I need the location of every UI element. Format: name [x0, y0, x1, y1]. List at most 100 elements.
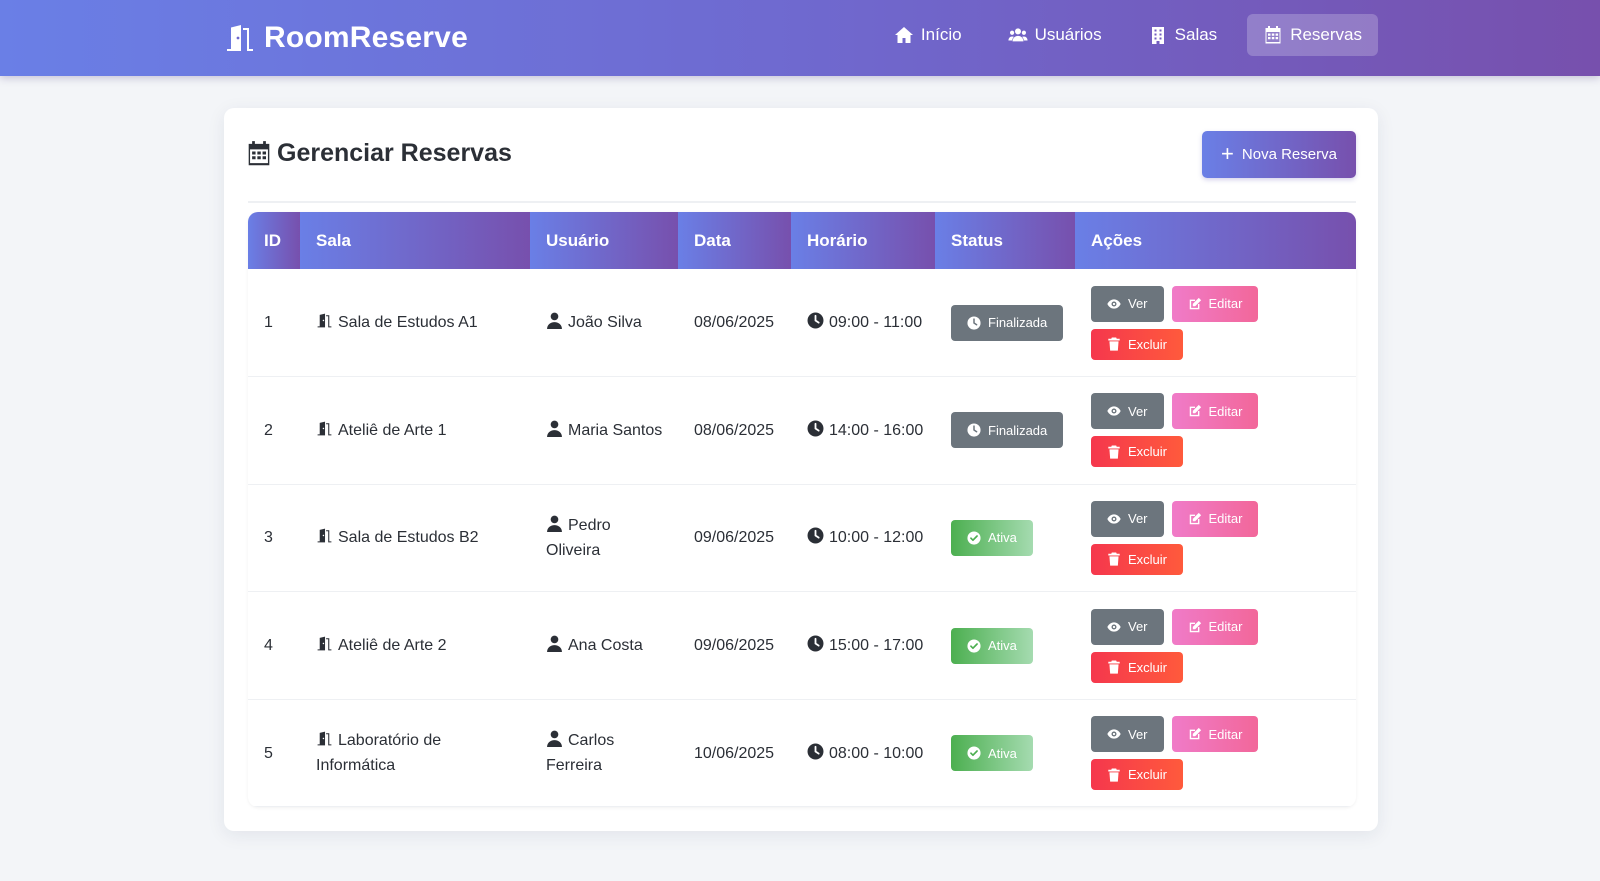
cell-acoes: Ver Editar Excluir: [1075, 592, 1356, 700]
users-icon: [1008, 28, 1028, 42]
delete-label: Excluir: [1128, 767, 1168, 783]
brand-name: RoomReserve: [264, 21, 468, 54]
nav-item-reservas[interactable]: Reservas: [1247, 14, 1378, 56]
time-range: 09:00 - 11:00: [829, 314, 923, 332]
status-label: Ativa: [988, 745, 1017, 761]
view-label: Ver: [1128, 511, 1148, 527]
column-header-horario[interactable]: Horário: [791, 212, 935, 269]
view-button[interactable]: Ver: [1091, 285, 1164, 322]
user-icon: [547, 312, 562, 330]
status-badge: Ativa: [951, 627, 1033, 664]
user-icon: [547, 635, 562, 653]
view-button[interactable]: Ver: [1091, 500, 1164, 537]
column-header-id[interactable]: ID: [248, 212, 300, 269]
door-open-icon: [317, 421, 332, 436]
nav-label: Início: [920, 25, 962, 44]
status-badge: Ativa: [951, 519, 1033, 556]
delete-button[interactable]: Excluir: [1091, 436, 1184, 468]
eye-icon: [1107, 514, 1121, 524]
column-header-status[interactable]: Status: [935, 212, 1075, 269]
cell-status: Finalizada: [935, 377, 1075, 485]
cell-data: 09/06/2025: [694, 529, 775, 547]
trash-icon: [1108, 768, 1120, 782]
new-reservation-button[interactable]: + Nova Reserva: [1202, 131, 1356, 178]
view-button[interactable]: Ver: [1091, 608, 1164, 645]
edit-button[interactable]: Editar: [1171, 716, 1259, 753]
nav-item-inicio[interactable]: Início: [878, 14, 978, 56]
view-button[interactable]: Ver: [1091, 393, 1164, 430]
calendar-icon: [1265, 26, 1281, 44]
clock-icon: [967, 423, 981, 437]
clock-icon: [807, 420, 824, 437]
edit-label: Editar: [1208, 726, 1243, 742]
cell-id: 5: [264, 744, 273, 762]
room-name: Sala de Estudos B2: [338, 529, 479, 547]
room-name: Ateliê de Arte 2: [338, 637, 447, 655]
column-header-usuario[interactable]: Usuário: [530, 212, 678, 269]
edit-button[interactable]: Editar: [1171, 393, 1259, 430]
column-header-sala[interactable]: Sala: [300, 212, 530, 269]
delete-button[interactable]: Excluir: [1091, 328, 1184, 360]
page-title: Gerenciar Reservas: [248, 139, 512, 168]
column-header-data[interactable]: Data: [678, 212, 791, 269]
clock-icon: [807, 635, 824, 652]
cell-data: 10/06/2025: [694, 744, 775, 762]
time-range: 14:00 - 16:00: [829, 421, 924, 439]
view-label: Ver: [1128, 296, 1148, 312]
edit-button[interactable]: Editar: [1171, 500, 1259, 537]
status-badge: Finalizada: [951, 412, 1064, 449]
room-name: Laboratório de Informática: [316, 732, 442, 775]
cell-data: 09/06/2025: [694, 637, 775, 655]
cell-status: Ativa: [935, 484, 1075, 592]
cell-usuario: Carlos Ferreira: [530, 699, 678, 807]
cell-data: 08/06/2025: [694, 314, 775, 332]
nav-item-usuarios[interactable]: Usuários: [992, 14, 1118, 56]
user-icon: [547, 730, 562, 748]
plus-icon: +: [1221, 140, 1234, 166]
eye-icon: [1107, 621, 1121, 632]
user-name: Ana Costa: [568, 637, 643, 655]
door-open-icon: [227, 25, 253, 51]
nav-item-salas[interactable]: Salas: [1132, 14, 1234, 56]
edit-icon: [1189, 728, 1201, 740]
check-circle-icon: [967, 531, 981, 545]
delete-button[interactable]: Excluir: [1091, 759, 1184, 791]
user-name: Maria Santos: [568, 421, 663, 439]
edit-label: Editar: [1208, 619, 1243, 635]
delete-button[interactable]: Excluir: [1091, 543, 1184, 575]
status-badge: Finalizada: [951, 304, 1064, 341]
delete-button[interactable]: Excluir: [1091, 651, 1184, 683]
time-range: 15:00 - 17:00: [829, 637, 924, 655]
delete-label: Excluir: [1128, 444, 1168, 460]
nav-label: Usuários: [1034, 25, 1102, 44]
view-button[interactable]: Ver: [1091, 716, 1164, 753]
cell-acoes: Ver Editar Excluir: [1075, 269, 1356, 377]
table-row: 5 Laboratório de Informática Carlos Ferr…: [248, 699, 1356, 807]
cell-sala: Sala de Estudos B2: [300, 484, 530, 592]
user-icon: [547, 420, 562, 437]
status-label: Finalizada: [988, 315, 1048, 331]
reservations-table: ID Sala Usuário Data Horário Status Açõe…: [248, 212, 1356, 807]
trash-icon: [1108, 337, 1120, 351]
cell-acoes: Ver Editar Excluir: [1075, 484, 1356, 592]
new-reservation-label: Nova Reserva: [1241, 146, 1337, 163]
edit-button[interactable]: Editar: [1171, 608, 1259, 645]
row-actions: Ver Editar Excluir: [1091, 608, 1271, 683]
table-row: 1 Sala de Estudos A1 João Silva 08/06/20…: [248, 269, 1356, 377]
brand-logo[interactable]: RoomReserve: [224, 18, 468, 58]
table-header-row: ID Sala Usuário Data Horário Status Açõe…: [248, 212, 1356, 269]
cell-usuario: João Silva: [530, 269, 678, 377]
cell-horario: 08:00 - 10:00: [791, 699, 935, 807]
time-range: 10:00 - 12:00: [829, 529, 924, 547]
cell-horario: 09:00 - 11:00: [791, 269, 935, 377]
reservations-card: Gerenciar Reservas + Nova Reserva ID Sal…: [224, 108, 1378, 831]
calendar-icon: [248, 141, 270, 166]
user-name: João Silva: [568, 314, 642, 332]
delete-label: Excluir: [1128, 551, 1168, 567]
edit-button[interactable]: Editar: [1171, 285, 1259, 322]
cell-usuario: Maria Santos: [530, 377, 678, 485]
edit-icon: [1189, 405, 1201, 417]
delete-label: Excluir: [1128, 336, 1168, 352]
delete-label: Excluir: [1128, 659, 1168, 675]
edit-label: Editar: [1208, 403, 1243, 419]
